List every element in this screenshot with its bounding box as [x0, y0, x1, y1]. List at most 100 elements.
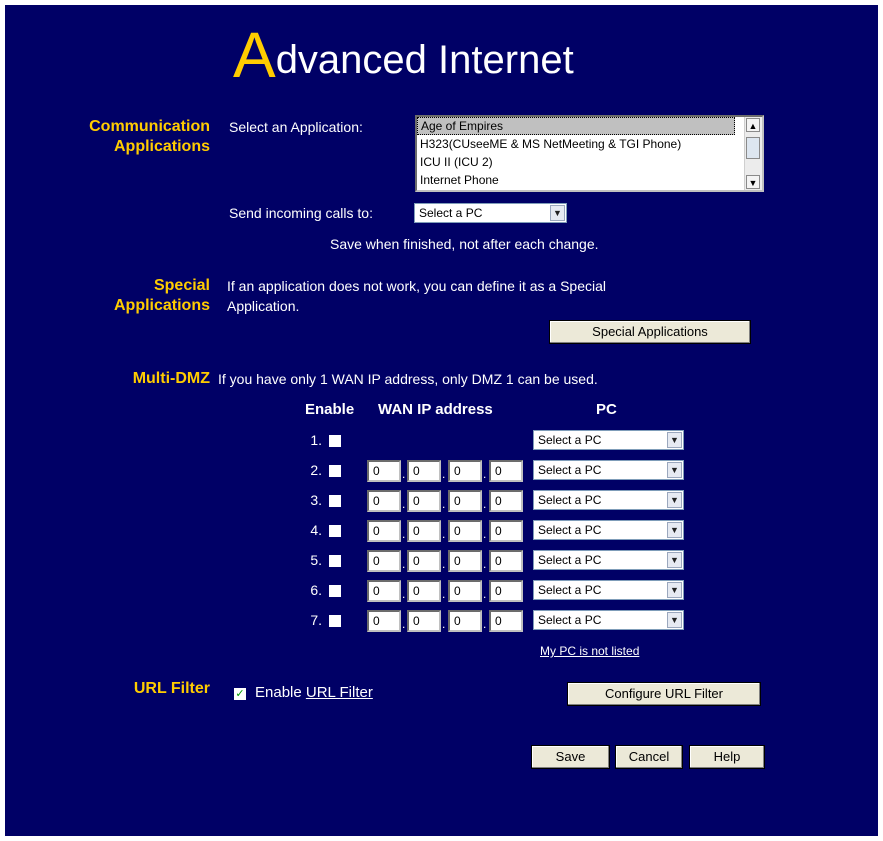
- dmz-enable-checkbox[interactable]: [329, 555, 341, 567]
- special-heading: Special Applications: [40, 276, 210, 316]
- wan-ip-octet-input[interactable]: 0: [448, 490, 482, 512]
- select-application-label: Select an Application:: [229, 119, 363, 135]
- wan-ip-octet-input[interactable]: 0: [489, 520, 523, 542]
- wan-ip-octet-input[interactable]: 0: [489, 550, 523, 572]
- wan-ip-octet-input[interactable]: 0: [448, 520, 482, 542]
- application-option[interactable]: Internet Phone: [417, 171, 738, 189]
- url-filter-link[interactable]: URL Filter: [306, 684, 373, 701]
- dmz-pc-select[interactable]: Select a PC ▼: [533, 610, 684, 630]
- chevron-down-icon: ▼: [667, 492, 682, 508]
- special-applications-button[interactable]: Special Applications: [549, 320, 751, 344]
- wan-ip-octet-input[interactable]: 0: [448, 610, 482, 632]
- save-note: Save when finished, not after each chang…: [330, 236, 599, 252]
- page-title: Advanced Internet: [233, 23, 574, 90]
- communication-heading-line1: Communication: [89, 118, 210, 135]
- dmz-enable-checkbox[interactable]: [329, 465, 341, 477]
- application-option[interactable]: H323(CUseeME & MS NetMeeting & TGI Phone…: [417, 135, 738, 153]
- wan-ip-octet-input[interactable]: 0: [489, 460, 523, 482]
- wan-ip-octet-input[interactable]: 0: [367, 580, 401, 602]
- dmz-enable-checkbox[interactable]: [329, 435, 341, 447]
- ip-separator: .: [483, 557, 487, 571]
- send-calls-select[interactable]: Select a PC ▼: [414, 203, 567, 223]
- ip-separator: .: [442, 617, 446, 631]
- dmz-pc-select[interactable]: Select a PC ▼: [533, 520, 684, 540]
- special-description-line2: Application.: [227, 298, 300, 314]
- dmz-enable-checkbox[interactable]: [329, 615, 341, 627]
- dmz-pc-select[interactable]: Select a PC ▼: [533, 430, 684, 450]
- wan-ip-octet-input[interactable]: 0: [407, 550, 441, 572]
- wan-ip-octet-input[interactable]: 0: [407, 460, 441, 482]
- chevron-down-icon: ▼: [667, 582, 682, 598]
- wan-ip-octet-input[interactable]: 0: [407, 520, 441, 542]
- page-title-initial: A: [233, 19, 276, 91]
- dmz-row-number: 5.: [310, 552, 322, 568]
- application-listbox[interactable]: Age of Empires H323(CUseeME & MS NetMeeti…: [415, 115, 764, 192]
- wan-ip-octet-input[interactable]: 0: [367, 520, 401, 542]
- ip-separator: .: [483, 497, 487, 511]
- ip-separator: .: [483, 587, 487, 601]
- ip-separator: .: [402, 617, 406, 631]
- ip-separator: .: [442, 527, 446, 541]
- enable-url-filter-checkbox[interactable]: ✓: [234, 688, 246, 700]
- wan-ip-octet-input[interactable]: 0: [407, 610, 441, 632]
- dmz-enable-checkbox[interactable]: [329, 585, 341, 597]
- special-heading-line2: Applications: [113, 297, 210, 314]
- wan-ip-octet-input[interactable]: 0: [448, 580, 482, 602]
- communication-heading: Communication Applications: [40, 117, 210, 157]
- dmz-enable-checkbox[interactable]: [329, 525, 341, 537]
- ip-separator: .: [402, 527, 406, 541]
- ip-separator: .: [483, 467, 487, 481]
- column-enable: Enable: [305, 401, 355, 418]
- dmz-row-number: 7.: [310, 612, 322, 628]
- wan-ip-octet-input[interactable]: 0: [367, 460, 401, 482]
- save-button[interactable]: Save: [531, 745, 610, 769]
- cancel-button[interactable]: Cancel: [615, 745, 683, 769]
- column-pc: PC: [596, 401, 617, 418]
- wan-ip-octet-input[interactable]: 0: [489, 490, 523, 512]
- scroll-thumb[interactable]: [746, 137, 760, 159]
- special-description-line1: If an application does not work, you can…: [227, 278, 607, 294]
- dmz-row-number: 1.: [310, 432, 322, 448]
- wan-ip-octet-input[interactable]: 0: [489, 610, 523, 632]
- dmz-pc-select[interactable]: Select a PC ▼: [533, 580, 684, 600]
- wan-ip-octet-input[interactable]: 0: [407, 580, 441, 602]
- help-button[interactable]: Help: [689, 745, 765, 769]
- ip-separator: .: [442, 467, 446, 481]
- my-pc-not-listed-link[interactable]: My PC is not listed: [540, 644, 639, 658]
- listbox-scrollbar[interactable]: ▲ ▼: [744, 117, 762, 190]
- wan-ip-octet-input[interactable]: 0: [367, 610, 401, 632]
- dmz-pc-select-value: Select a PC: [538, 463, 602, 477]
- dmz-pc-select[interactable]: Select a PC ▼: [533, 550, 684, 570]
- configure-url-filter-button[interactable]: Configure URL Filter: [567, 682, 761, 706]
- ip-separator: .: [402, 467, 406, 481]
- send-calls-label: Send incoming calls to:: [229, 205, 373, 221]
- scroll-down-icon[interactable]: ▼: [746, 175, 760, 189]
- dmz-row-number: 6.: [310, 582, 322, 598]
- application-option[interactable]: Age of Empires: [417, 117, 735, 135]
- communication-heading-line2: Applications: [113, 138, 210, 155]
- wan-ip-octet-input[interactable]: 0: [448, 550, 482, 572]
- wan-ip-octet-input[interactable]: 0: [489, 580, 523, 602]
- dmz-pc-select-value: Select a PC: [538, 523, 602, 537]
- multi-dmz-heading: Multi-DMZ: [132, 370, 210, 387]
- chevron-down-icon: ▼: [667, 462, 682, 478]
- wan-ip-octet-input[interactable]: 0: [407, 490, 441, 512]
- dmz-enable-checkbox[interactable]: [329, 495, 341, 507]
- dmz-row-number: 2.: [310, 462, 322, 478]
- application-option[interactable]: ICU II (ICU 2): [417, 153, 738, 171]
- send-calls-value: Select a PC: [419, 206, 483, 220]
- my-pc-not-listed-text[interactable]: My PC is not listed: [540, 644, 639, 658]
- dmz-pc-select[interactable]: Select a PC ▼: [533, 460, 684, 480]
- ip-separator: .: [402, 557, 406, 571]
- chevron-down-icon: ▼: [667, 522, 682, 538]
- wan-ip-octet-input[interactable]: 0: [448, 460, 482, 482]
- special-description: If an application does not work, you can…: [227, 276, 707, 316]
- scroll-up-icon[interactable]: ▲: [746, 118, 760, 132]
- dmz-pc-select[interactable]: Select a PC ▼: [533, 490, 684, 510]
- dmz-row-number: 4.: [310, 522, 322, 538]
- multi-dmz-description: If you have only 1 WAN IP address, only …: [218, 371, 598, 387]
- wan-ip-octet-input[interactable]: 0: [367, 550, 401, 572]
- ip-separator: .: [442, 497, 446, 511]
- wan-ip-octet-input[interactable]: 0: [367, 490, 401, 512]
- dmz-pc-select-value: Select a PC: [538, 613, 602, 627]
